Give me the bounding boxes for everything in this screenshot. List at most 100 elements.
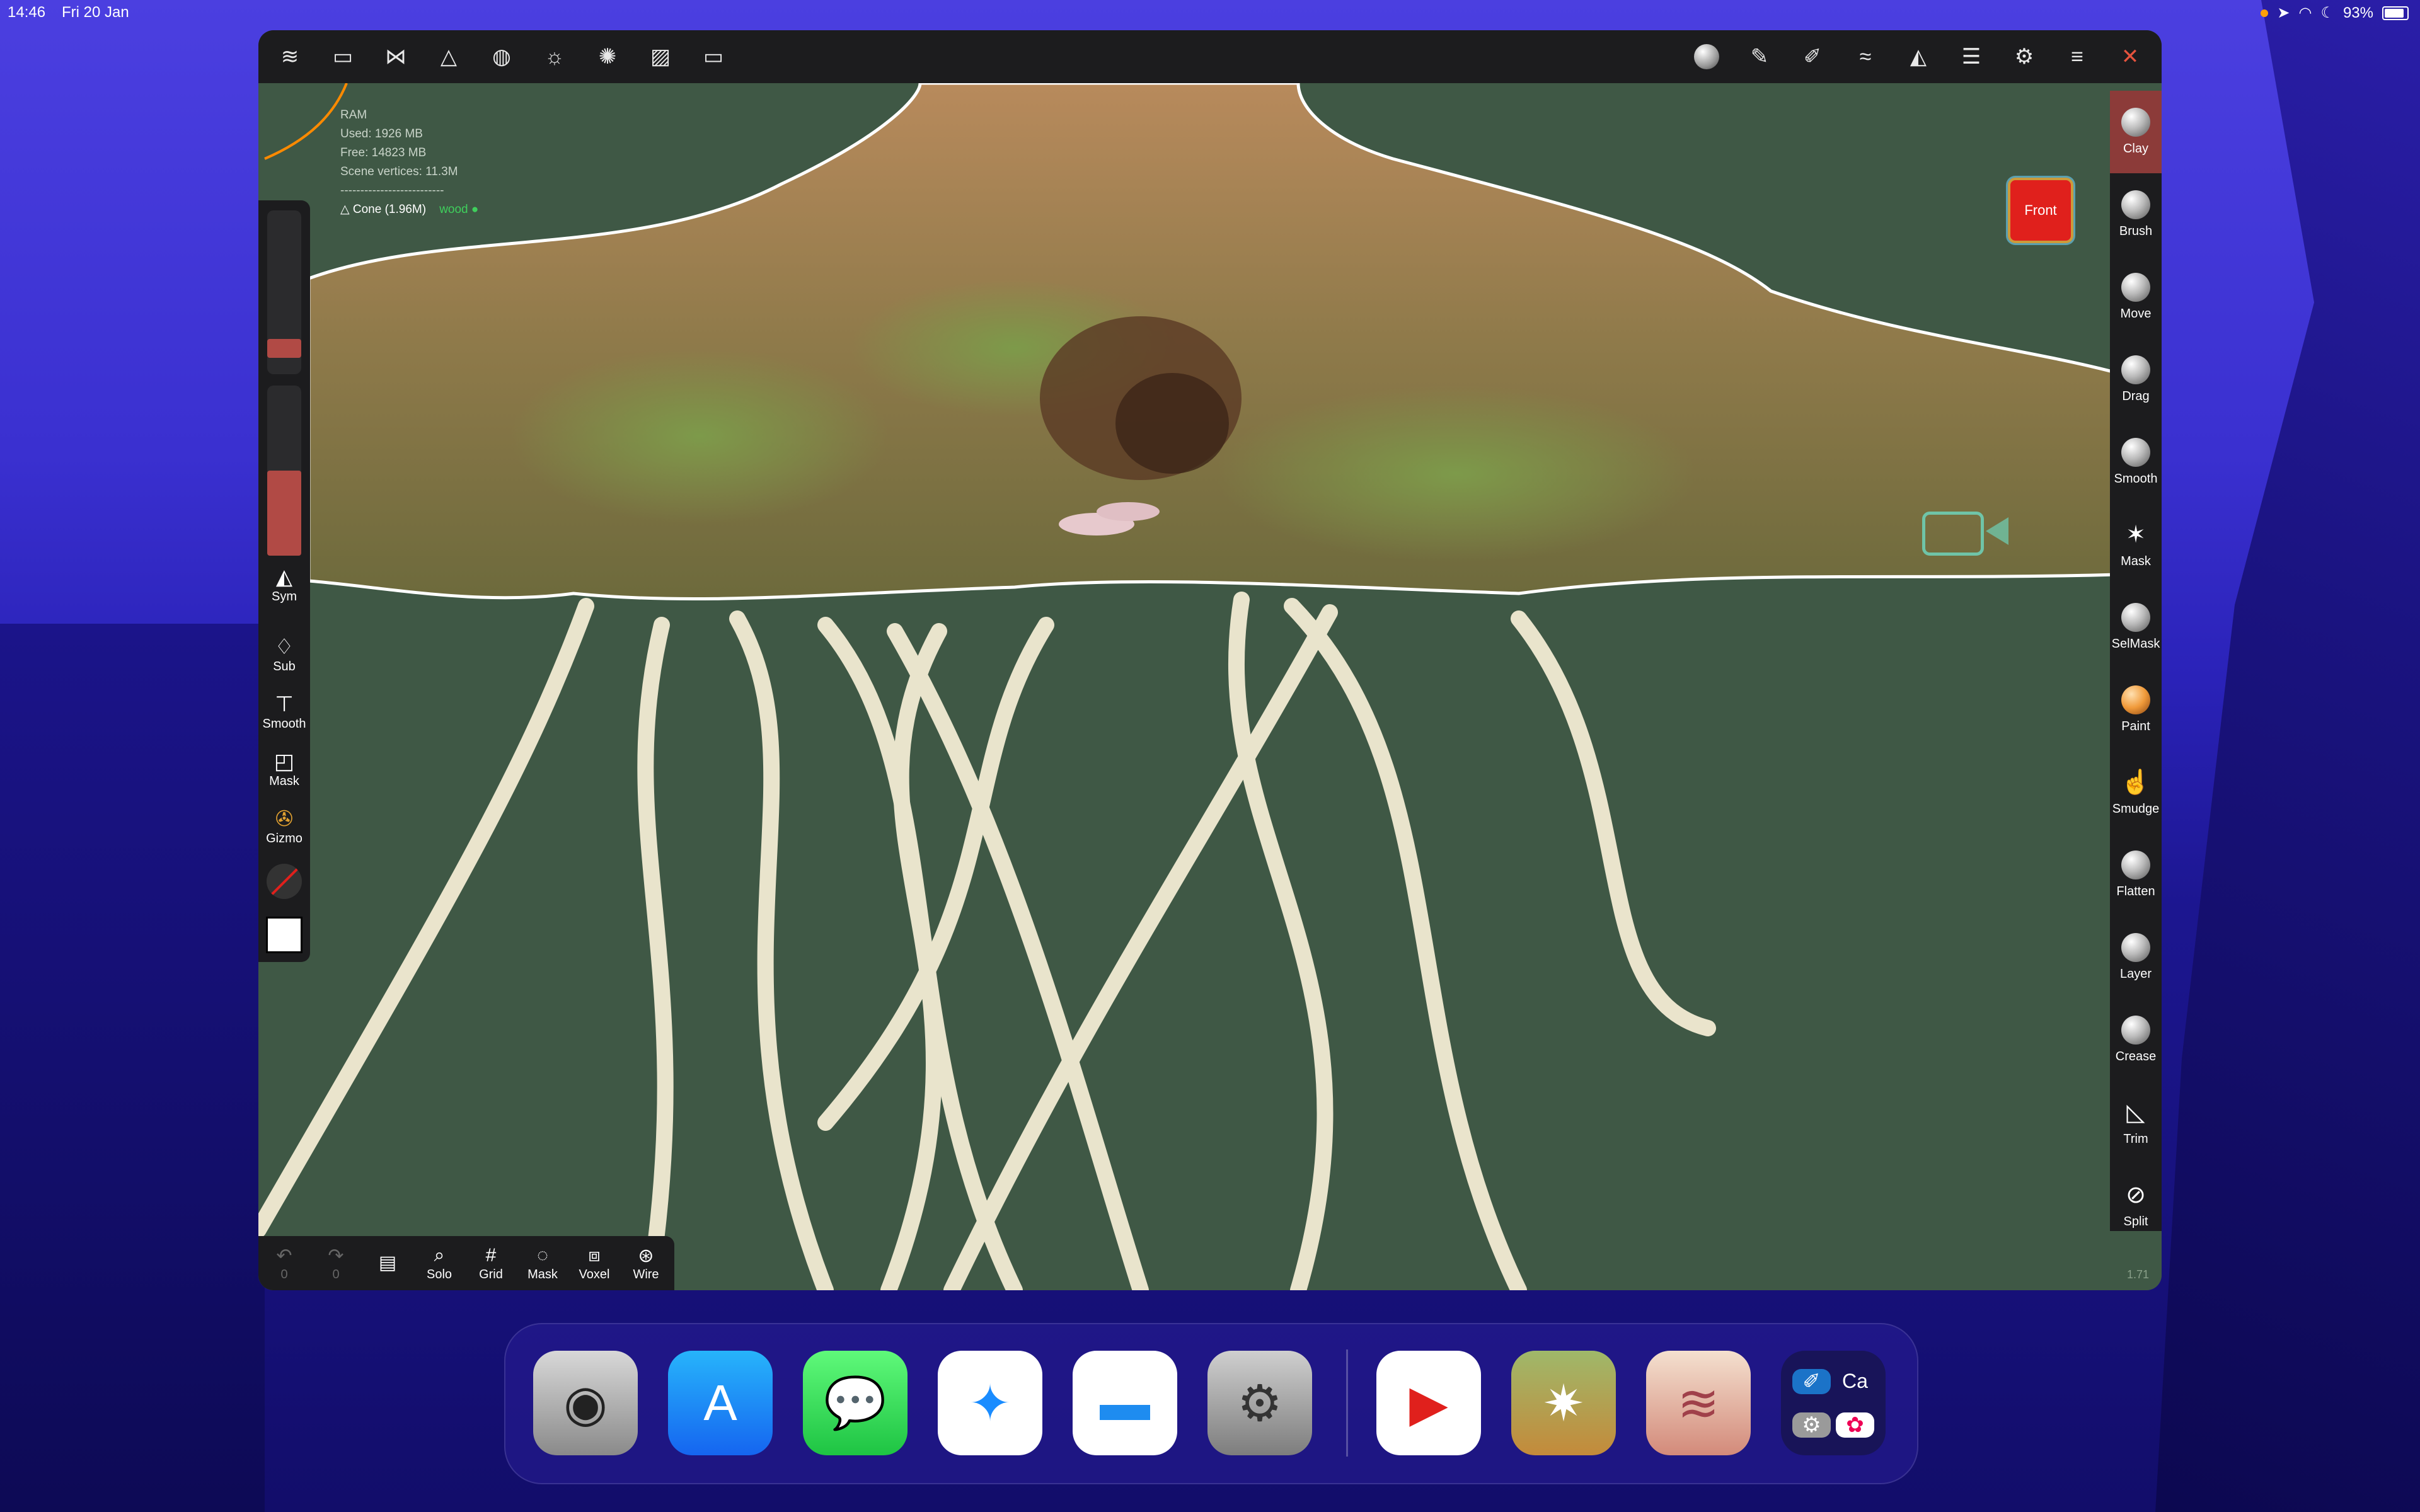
topology-icon[interactable]: △ <box>430 38 468 76</box>
material-status-dot-icon: ● <box>468 203 479 216</box>
dock-app-settings[interactable]: ⚙ <box>1207 1351 1312 1455</box>
status-date: Fri 20 Jan <box>62 4 129 21</box>
layers-icon[interactable]: ☰ <box>1952 38 1990 76</box>
nomad-logo-icon[interactable]: ≋ <box>271 38 309 76</box>
light-icon[interactable]: ☼ <box>536 38 573 76</box>
mic-indicator-icon <box>2261 9 2269 17</box>
intensity-slider[interactable] <box>267 386 301 556</box>
dock-app-safari[interactable]: ✦ <box>938 1351 1042 1455</box>
top-toolbar: ≋ ▭ ⋈ △ ◍ ☼ ✺ ▨ ▭ ✎ ✐ ≈ ◭ ☰ ⚙ ≡ ✕ <box>258 30 2162 83</box>
smooth-box-icon: ⊤ <box>275 692 294 716</box>
tool-mask[interactable]: ✶ Mask <box>2110 503 2162 586</box>
selmask-tool-icon <box>2121 603 2150 632</box>
split-tool-icon: ⊘ <box>2126 1182 2146 1208</box>
tool-selmask[interactable]: SelMask <box>2110 586 2162 668</box>
gizmo-button[interactable]: ✇ Gizmo <box>266 806 302 846</box>
sub-button[interactable]: ♢ Sub <box>273 634 296 674</box>
history-button[interactable]: ▤ <box>362 1236 413 1290</box>
smooth-label: Smooth <box>262 717 306 731</box>
voxel-label: Voxel <box>579 1267 610 1281</box>
radius-slider[interactable] <box>267 210 301 374</box>
dock-app-nomad[interactable]: ≋ <box>1646 1351 1751 1455</box>
wire-button[interactable]: ⊛ Wire <box>620 1236 672 1290</box>
drag-tool-icon <box>2121 355 2150 384</box>
nomad-sculpt-window: ≋ ▭ ⋈ △ ◍ ☼ ✺ ▨ ▭ ✎ ✐ ≈ ◭ ☰ ⚙ ≡ ✕ RAM Us… <box>258 30 2162 1290</box>
dock-app-files[interactable]: ▬ <box>1073 1351 1177 1455</box>
tool-crease[interactable]: Crease <box>2110 999 2162 1081</box>
camera-icon[interactable]: ▭ <box>694 38 732 76</box>
voxel-button[interactable]: ⧈ Voxel <box>568 1236 620 1290</box>
sub-label: Sub <box>273 660 296 673</box>
pen-icon[interactable]: ✐ <box>1794 38 1831 76</box>
smooth-button[interactable]: ⊤ Smooth <box>263 692 306 731</box>
brush-icon[interactable]: ✎ <box>1741 38 1778 76</box>
folder-ca-label: Ca <box>1842 1370 1868 1392</box>
solo-button[interactable]: ⌕ Solo <box>413 1236 465 1290</box>
dock-app-youtube[interactable]: ▶ <box>1376 1351 1481 1455</box>
environment-icon[interactable]: ✺ <box>589 38 626 76</box>
dock-app-app-store[interactable]: A <box>668 1351 773 1455</box>
symmetry-icon: ◭ <box>275 565 293 589</box>
image-icon[interactable]: ▨ <box>642 38 679 76</box>
view-cube[interactable]: Front <box>2008 178 2073 243</box>
ram-used: Used: 1926 MB <box>340 127 423 140</box>
tool-split[interactable]: ⊘ Split <box>2110 1164 2162 1231</box>
tool-move[interactable]: Move <box>2110 256 2162 338</box>
dock-app-game[interactable]: ✷ <box>1511 1351 1616 1455</box>
grid-button[interactable]: # Grid <box>465 1236 517 1290</box>
tool-label: Paint <box>2121 719 2150 733</box>
tool-trim[interactable]: ◺ Trim <box>2110 1081 2162 1164</box>
sym-button[interactable]: ◭ Sym <box>272 564 297 604</box>
wallpaper-left <box>0 624 265 1512</box>
grid-label: Grid <box>479 1267 503 1281</box>
color-white-swatch[interactable] <box>266 917 302 953</box>
history-icon: ▤ <box>378 1252 397 1273</box>
solo-label: Solo <box>426 1267 452 1281</box>
tool-clay[interactable]: Clay <box>2110 91 2162 173</box>
settings-icon[interactable]: ⚙ <box>2005 38 2043 76</box>
redo-button[interactable]: ↷ 0 <box>310 1236 362 1290</box>
material-icon[interactable]: ◍ <box>483 38 521 76</box>
mask-box-icon: ◰ <box>274 750 295 774</box>
tool-layer[interactable]: Layer <box>2110 916 2162 999</box>
tool-brush[interactable]: Brush <box>2110 173 2162 256</box>
undo-button[interactable]: ↶ 0 <box>258 1236 310 1290</box>
tool-smudge[interactable]: ☝ Smudge <box>2110 751 2162 833</box>
scene-graph-icon[interactable]: ⋈ <box>377 38 415 76</box>
material-sphere-icon[interactable] <box>1688 38 1726 76</box>
pen-app-icon: ✐ <box>1792 1368 1831 1394</box>
material-name[interactable]: wood <box>439 203 468 216</box>
folder-icon[interactable]: ▭ <box>324 38 362 76</box>
mask-button[interactable]: ◰ Mask <box>269 749 299 789</box>
symmetry-icon[interactable]: ◭ <box>1899 38 1937 76</box>
color-none-swatch[interactable] <box>267 864 302 899</box>
camera-gizmo-icon[interactable] <box>1922 512 2008 556</box>
dock-folder[interactable]: ✐ Ca ⚙ ✿ <box>1781 1351 1886 1455</box>
dock-app-messages[interactable]: 💬 <box>803 1351 908 1455</box>
tools-icon[interactable]: ✕ <box>2111 38 2149 76</box>
wireframe-icon: ⊛ <box>638 1245 654 1266</box>
sculpt-model <box>258 83 2119 1290</box>
sym-label: Sym <box>272 590 297 604</box>
tool-label: Layer <box>2119 967 2152 981</box>
object-name[interactable]: Cone (1.96M) <box>353 203 426 216</box>
3d-viewport[interactable]: RAM Used: 1926 MB Free: 14823 MB Scene v… <box>258 83 2162 1290</box>
tool-paint[interactable]: Paint <box>2110 668 2162 751</box>
tool-flatten[interactable]: Flatten <box>2110 833 2162 916</box>
mask-visibility-button[interactable]: ◌ Mask <box>517 1236 568 1290</box>
radius-slider-thumb[interactable] <box>267 339 301 358</box>
menu-icon[interactable]: ≡ <box>2058 38 2096 76</box>
bottom-bar: ↶ 0 ↷ 0 ▤ ⌕ Solo # Grid ◌ Mask ⧈ Voxel ⊛ Wire <box>258 1236 674 1290</box>
tool-drag[interactable]: Drag <box>2110 338 2162 421</box>
brush-tool-icon <box>2121 190 2150 219</box>
grid-icon: # <box>485 1244 497 1266</box>
voxel-icon: ⧈ <box>588 1244 601 1266</box>
undo-count: 0 <box>280 1267 288 1281</box>
mask-vis-label: Mask <box>527 1267 558 1281</box>
stroke-icon[interactable]: ≈ <box>1847 38 1884 76</box>
camera-app-icon: ◉ <box>563 1375 608 1431</box>
intensity-slider-thumb[interactable] <box>267 471 301 556</box>
settings-gear-icon: ⚙ <box>1237 1375 1282 1431</box>
tool-smooth[interactable]: Smooth <box>2110 421 2162 503</box>
dock-app-camera[interactable]: ◉ <box>533 1351 638 1455</box>
